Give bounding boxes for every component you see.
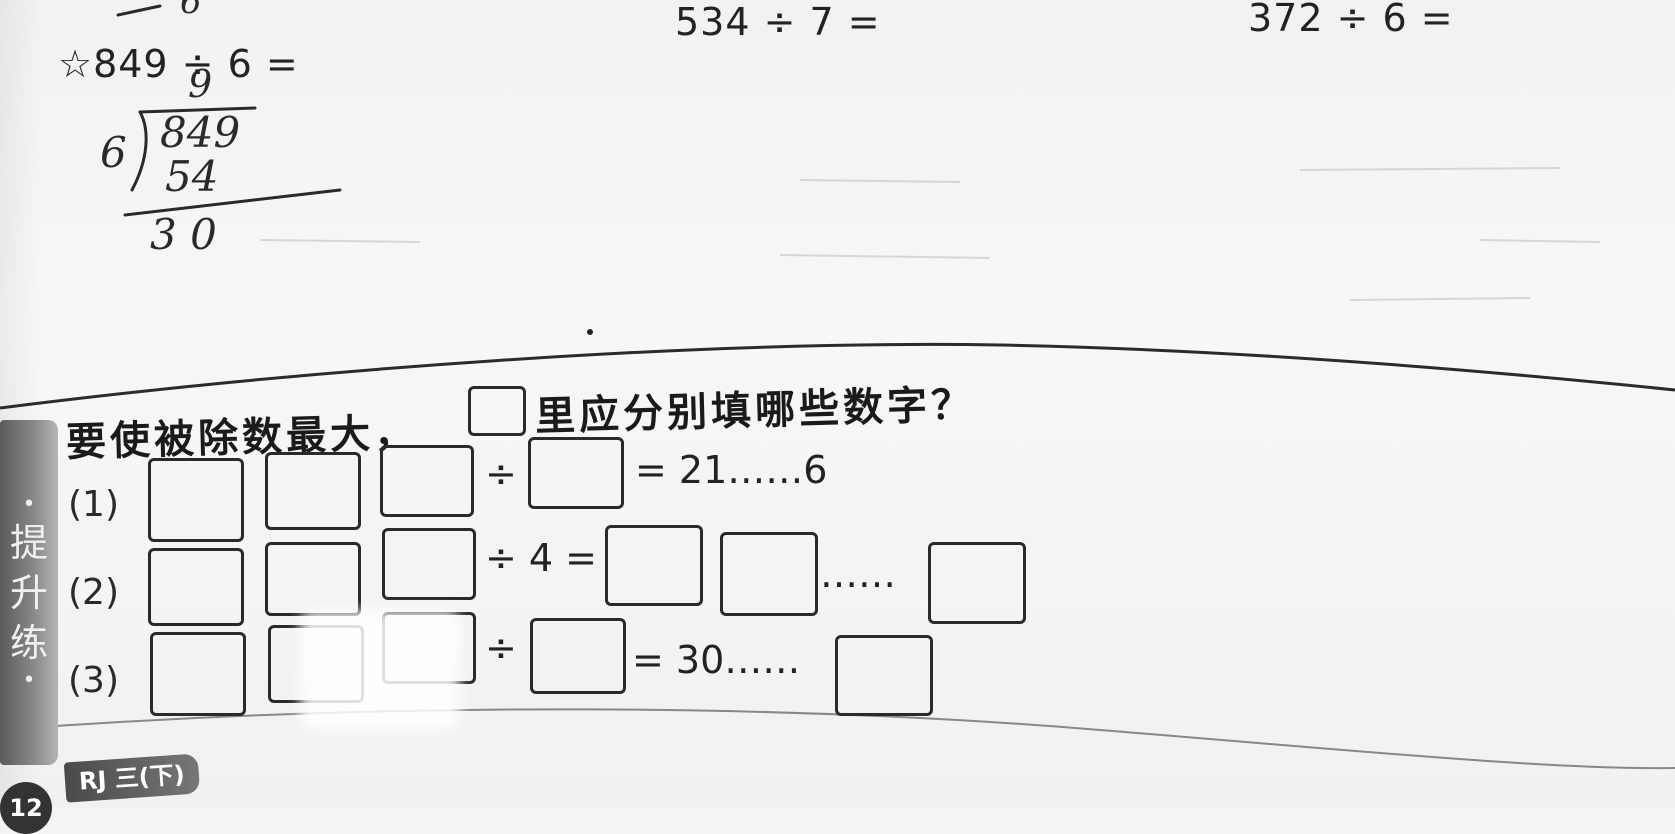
row-1-label: (1) — [68, 484, 119, 525]
row-1-result: = 21……6 — [635, 448, 828, 492]
side-dot-top: • — [22, 491, 36, 517]
row-3-divide-sign: ÷ — [485, 626, 517, 670]
paper-glare — [300, 610, 460, 730]
row-2-digit-box-3[interactable] — [382, 528, 476, 600]
side-label-char-3: 练 — [9, 620, 48, 665]
handwritten-remainder: 3 0 — [150, 210, 217, 259]
section-side-label: • 提 升 练 • — [0, 420, 58, 765]
problem-534-div-7: 534 ÷ 7 = — [675, 0, 881, 44]
heading-inline-box — [468, 386, 526, 436]
row-1-digit-box-2[interactable] — [265, 452, 361, 530]
row-3-digit-box-1[interactable] — [150, 632, 246, 716]
row-3-result: = 30…… — [632, 638, 801, 682]
row-2-quotient-box-2[interactable] — [720, 532, 818, 616]
problem-372-div-6: 372 ÷ 6 = — [1248, 0, 1454, 40]
side-dot-bottom: • — [22, 667, 36, 693]
section-heading-part1: 要使被除数最大， — [65, 410, 419, 466]
row-3-remainder-box[interactable] — [835, 635, 933, 716]
row-2-ellipsis: …… — [820, 552, 896, 596]
row-3-divisor-box[interactable] — [530, 618, 626, 694]
handwritten-scribble: 6 — [180, 0, 202, 22]
side-label-char-2: 升 — [9, 570, 48, 615]
row-2-remainder-box[interactable] — [928, 542, 1026, 624]
side-label-char-1: 提 — [9, 520, 48, 565]
problem-849-div-6: ☆849 ÷ 6 = — [58, 42, 299, 86]
row-1-divide-sign: ÷ — [485, 452, 517, 496]
row-1-digit-box-1[interactable] — [148, 458, 244, 542]
section-heading-part2: 里应分别填哪些数字？ — [534, 381, 976, 441]
row-2-quotient-box-1[interactable] — [605, 525, 703, 606]
row-2-digit-box-1[interactable] — [148, 548, 244, 626]
handwritten-quotient: 9 — [188, 62, 213, 106]
page-number-badge: 12 — [0, 782, 52, 834]
handwritten-divisor: 6 — [100, 128, 127, 177]
row-2-digit-box-2[interactable] — [265, 542, 361, 616]
row-1-digit-box-3[interactable] — [380, 445, 474, 517]
handwritten-dividend: 849 — [160, 108, 241, 157]
worksheet-page: ☆849 ÷ 6 = 534 ÷ 7 = 372 ÷ 6 = 6 9 6 849… — [0, 0, 1675, 834]
row-3-label: (3) — [68, 660, 119, 701]
row-1-divisor-box[interactable] — [528, 437, 624, 509]
row-2-label: (2) — [68, 572, 119, 613]
row-2-divide-part: ÷ 4 = — [485, 536, 598, 580]
handwritten-product: 54 — [165, 152, 219, 201]
